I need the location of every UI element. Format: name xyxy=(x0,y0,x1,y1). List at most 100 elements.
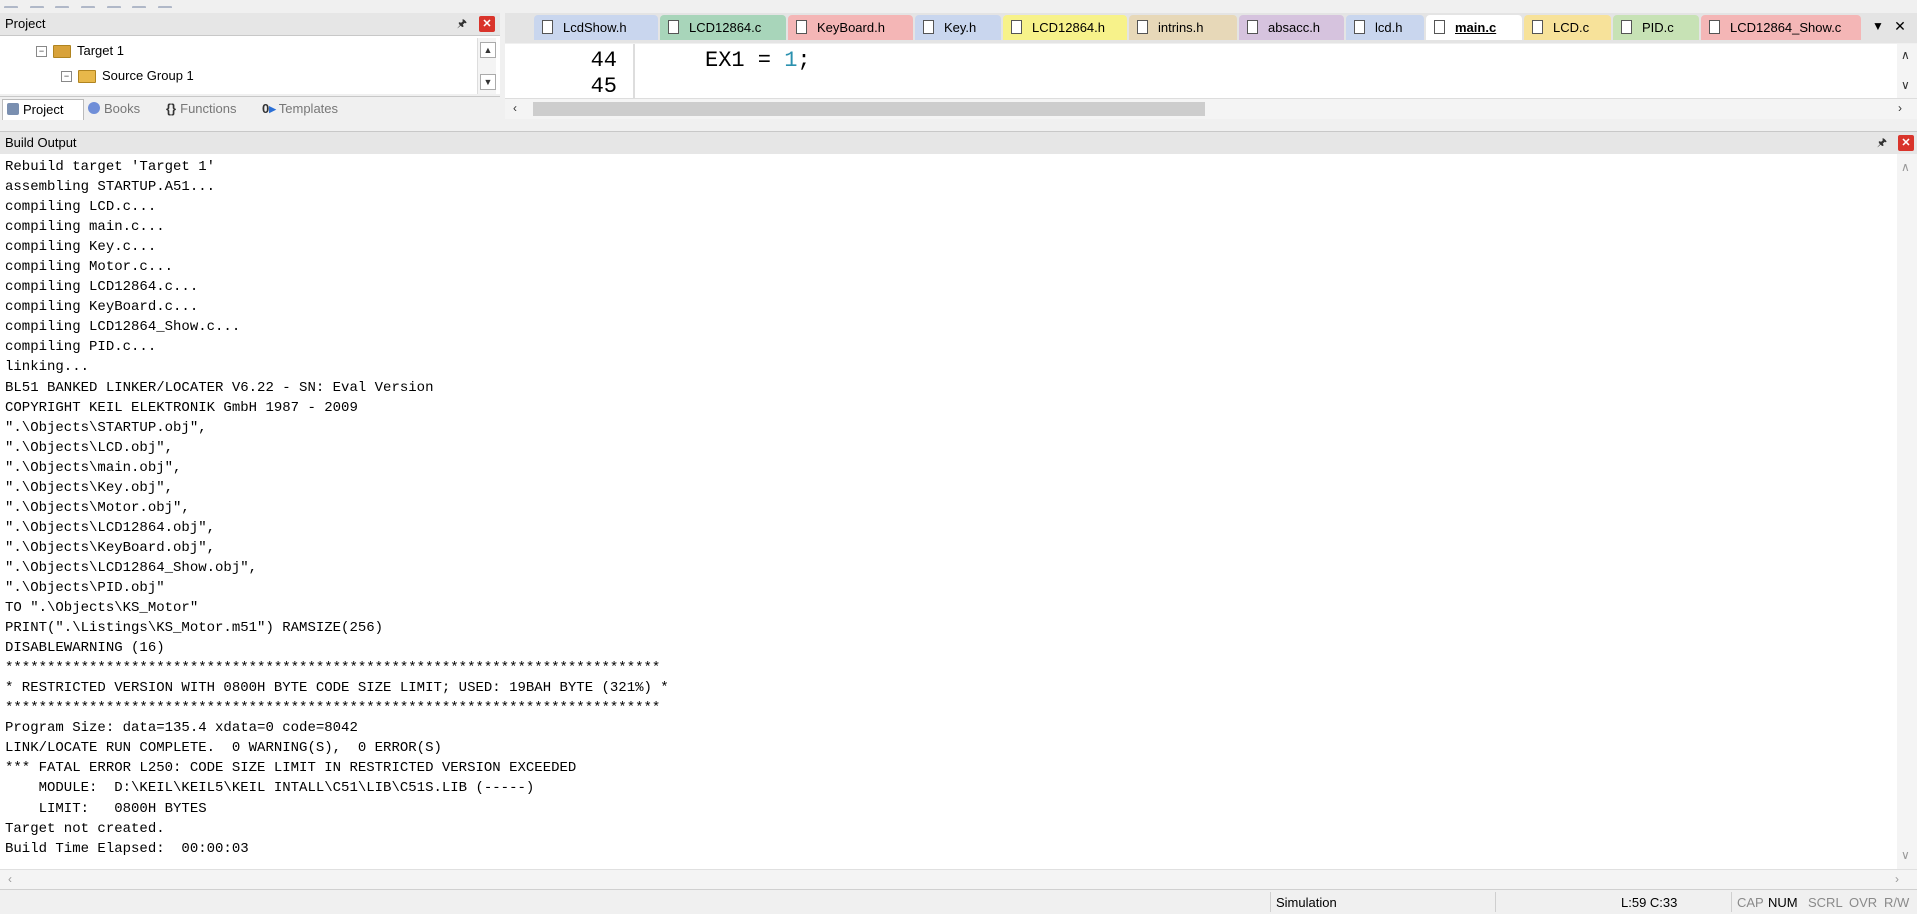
editor-tab-main-c[interactable]: main.c xyxy=(1426,15,1522,40)
project-icon xyxy=(7,103,19,115)
close-tab-icon[interactable]: ✕ xyxy=(1890,16,1910,36)
build-output-line: Program Size: data=135.4 xdata=0 code=80… xyxy=(5,720,358,737)
save-icon[interactable] xyxy=(55,6,70,8)
editor-tab-lcdshow-h[interactable]: LcdShow.h xyxy=(534,15,658,40)
copy-icon[interactable] xyxy=(132,6,147,8)
scroll-down-icon[interactable]: ▼ xyxy=(480,74,496,90)
build-output-line: compiling PID.c... xyxy=(5,339,157,356)
build-output-line: compiling LCD12864.c... xyxy=(5,279,199,296)
cut-icon[interactable] xyxy=(106,6,121,8)
editor-tab-keyboard-h[interactable]: KeyBoard.h xyxy=(788,15,913,40)
status-bar: Simulation L:59 C:33 CAP NUM SCRL OVR R/… xyxy=(0,889,1917,914)
build-output-line: * RESTRICTED VERSION WITH 0800H BYTE COD… xyxy=(5,680,669,697)
pin-icon[interactable]: 🖈 xyxy=(1874,135,1890,151)
build-output-line: ".\Objects\STARTUP.obj", xyxy=(5,419,207,436)
build-output-panel[interactable]: Rebuild target 'Target 1' assembling STAR… xyxy=(0,154,1897,869)
build-output-line: ".\Objects\LCD12864.obj", xyxy=(5,519,216,536)
tab-functions[interactable]: {} Functions xyxy=(162,99,256,119)
scroll-right-icon[interactable]: › xyxy=(1898,101,1902,115)
save-all-icon[interactable] xyxy=(80,6,95,8)
document-icon xyxy=(1709,20,1720,34)
build-output-title: Build Output xyxy=(5,135,77,150)
books-icon xyxy=(88,102,100,114)
collapse-icon[interactable]: − xyxy=(36,46,47,58)
close-icon[interactable]: ✕ xyxy=(479,16,495,32)
tab-templates[interactable]: 0▸ Templates xyxy=(258,99,358,119)
project-pane-tabs: Project Books {} Functions 0▸ Templates xyxy=(0,96,500,122)
code-horizontal-scrollbar[interactable]: ‹ › xyxy=(505,98,1917,119)
status-separator xyxy=(1731,892,1732,912)
scroll-up-icon[interactable]: ∧ xyxy=(1901,48,1910,62)
build-output-line: ".\Objects\PID.obj" xyxy=(5,579,165,596)
build-output-line: LIMIT: 0800H BYTES xyxy=(5,800,207,817)
build-output-line: *** FATAL ERROR L250: CODE SIZE LIMIT IN… xyxy=(5,760,577,777)
status-rw: R/W xyxy=(1884,895,1910,910)
code-editor[interactable]: 44 45 EX1 = 1; ∧ ∨ xyxy=(505,44,1917,98)
open-file-icon[interactable] xyxy=(29,6,44,8)
code-line[interactable]: EX1 = 1; xyxy=(705,48,811,73)
editor-tab-key-h[interactable]: Key.h xyxy=(915,15,1001,40)
line-number: 44 xyxy=(590,48,617,73)
scroll-up-icon[interactable]: ∧ xyxy=(1901,160,1910,174)
scroll-right-icon[interactable]: › xyxy=(1895,872,1899,886)
close-icon[interactable]: ✕ xyxy=(1898,135,1914,151)
editor-tab-lcd-h[interactable]: lcd.h xyxy=(1346,15,1424,40)
build-output-line: compiling LCD.c... xyxy=(5,199,157,216)
scroll-up-icon[interactable]: ▲ xyxy=(480,42,496,58)
collapse-icon[interactable]: − xyxy=(61,71,72,83)
build-output-line: linking... xyxy=(5,359,90,376)
code-vertical-scrollbar[interactable]: ∧ ∨ xyxy=(1897,44,1917,98)
build-vertical-scrollbar[interactable]: ∧ ∨ xyxy=(1897,154,1917,869)
editor-tab-intrins-h[interactable]: intrins.h xyxy=(1129,15,1237,40)
document-icon xyxy=(1434,20,1445,34)
templates-icon: 0▸ xyxy=(262,101,276,116)
status-scrl: SCRL xyxy=(1808,895,1843,910)
build-output-line: MODULE: D:\KEIL\KEIL5\KEIL INTALL\C51\LI… xyxy=(5,780,535,797)
tree-item-label: Target 1 xyxy=(77,43,124,58)
scrollbar-thumb[interactable] xyxy=(533,102,1205,116)
scroll-down-icon[interactable]: ∨ xyxy=(1901,78,1910,92)
tree-item-label: Source Group 1 xyxy=(102,68,194,83)
build-output-line: compiling main.c... xyxy=(5,219,165,236)
build-output-line: compiling Motor.c... xyxy=(5,259,174,276)
editor-tab-lcd12864-c[interactable]: LCD12864.c xyxy=(660,15,786,40)
editor-tab-lcd12864-h[interactable]: LCD12864.h xyxy=(1003,15,1127,40)
scroll-left-icon[interactable]: ‹ xyxy=(513,101,517,115)
build-horizontal-scrollbar[interactable]: ‹ › xyxy=(0,869,1917,890)
scroll-down-icon[interactable]: ∨ xyxy=(1901,848,1910,862)
build-output-line: ".\Objects\LCD12864_Show.obj", xyxy=(5,559,258,576)
document-icon xyxy=(542,20,553,34)
build-output-line: ".\Objects\Key.obj", xyxy=(5,479,174,496)
build-output-line: COPYRIGHT KEIL ELEKTRONIK GmbH 1987 - 20… xyxy=(5,399,358,416)
new-file-icon[interactable] xyxy=(4,6,18,8)
build-output-line: Build Time Elapsed: 00:00:03 xyxy=(5,840,249,857)
status-cursor-position: L:59 C:33 xyxy=(1621,895,1678,910)
build-output-line: ****************************************… xyxy=(5,660,661,677)
project-pane-title: Project xyxy=(5,16,46,31)
tree-item-target[interactable]: − Target 1 xyxy=(36,41,124,61)
tree-item-source-group[interactable]: − Source Group 1 xyxy=(61,66,194,86)
document-icon xyxy=(796,20,807,34)
status-num: NUM xyxy=(1768,895,1798,910)
pin-icon[interactable]: 🖈 xyxy=(454,16,470,32)
editor-tab-pid-c[interactable]: PID.c xyxy=(1613,15,1699,40)
paste-icon[interactable] xyxy=(157,6,172,8)
scroll-left-icon[interactable]: ‹ xyxy=(8,872,12,886)
tab-list-dropdown-icon[interactable]: ▼ xyxy=(1868,16,1888,36)
document-icon xyxy=(1354,20,1365,34)
editor-tab-lcd-c[interactable]: LCD.c xyxy=(1524,15,1611,40)
tab-books[interactable]: Books xyxy=(84,99,162,119)
line-number-gutter: 44 45 xyxy=(505,44,635,98)
editor-tab-lcd12864-show-c[interactable]: LCD12864_Show.c xyxy=(1701,15,1861,40)
tree-scrollbar[interactable]: ▲ ▼ xyxy=(477,38,496,94)
document-icon xyxy=(1247,20,1258,34)
tab-project[interactable]: Project xyxy=(2,99,84,120)
editor-tab-absacc-h[interactable]: absacc.h xyxy=(1239,15,1344,40)
build-output-line: assembling STARTUP.A51... xyxy=(5,179,216,196)
build-output-line: BL51 BANKED LINKER/LOCATER V6.22 - SN: E… xyxy=(5,379,434,396)
document-icon xyxy=(923,20,934,34)
build-output-line: ".\Objects\main.obj", xyxy=(5,459,182,476)
status-separator xyxy=(1495,892,1496,912)
status-ovr: OVR xyxy=(1849,895,1878,910)
build-output-line: compiling LCD12864_Show.c... xyxy=(5,319,241,336)
